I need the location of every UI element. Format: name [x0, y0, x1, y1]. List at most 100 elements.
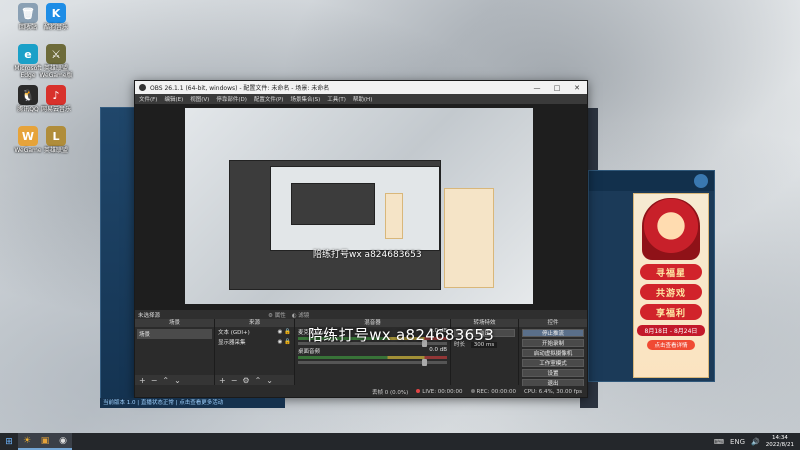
remove-source-icon[interactable]: − — [231, 376, 238, 385]
promo-line-1: 寻福星 — [640, 264, 702, 280]
stop-streaming-button[interactable]: 停止推流 — [522, 329, 584, 337]
filters-button[interactable]: ◐ 滤镜 — [292, 311, 310, 319]
scenes-dock: 场景 场景 + − ⌃ ⌄ — [135, 319, 215, 385]
title-bar[interactable]: OBS 26.1.1 (64-bit, windows) - 配置文件: 未命名… — [135, 81, 587, 94]
sources-footer: + − ⚙ ⌃ ⌄ — [215, 375, 294, 385]
menu-profile[interactable]: 配置文件(P) — [254, 95, 284, 103]
desktop-shortcut[interactable]: K 酷狗音乐 — [36, 3, 76, 32]
game-status-bar: 当前版本 1.0 | 直播状态正常 | 点击查看更多活动 — [100, 398, 285, 408]
source-item[interactable]: 显示器采集 ◉ 🔒 — [215, 337, 294, 347]
menu-edit[interactable]: 编辑(E) — [164, 95, 183, 103]
controls-dock: 控件 停止推流 开始录制 启动虚拟摄像机 工作室模式 设置 退出 — [519, 319, 587, 387]
move-up-icon[interactable]: ⌃ — [162, 376, 169, 385]
system-tray: ⌨ ENG 🔊 14:34 2022/8/21 — [714, 435, 800, 449]
obs-window[interactable]: OBS 26.1.1 (64-bit, windows) - 配置文件: 未命名… — [134, 80, 588, 398]
language-indicator[interactable]: ENG — [730, 438, 745, 446]
close-button[interactable]: ✕ — [567, 84, 587, 92]
overlay-text: 陪练打号wx a824683653 — [308, 326, 495, 344]
preview-area[interactable] — [135, 104, 587, 310]
kugou-icon: K — [46, 3, 66, 23]
remove-scene-icon[interactable]: − — [151, 376, 158, 385]
taskbar-app-2[interactable]: ▣ — [36, 433, 54, 450]
properties-button[interactable]: ⚙ 属性 — [268, 311, 286, 319]
scenes-header: 场景 — [135, 319, 214, 327]
volume-slider[interactable] — [298, 359, 447, 366]
desktop-shortcut[interactable]: L 英雄联盟 — [36, 126, 76, 155]
menu-docks[interactable]: 停靠部件(D) — [216, 95, 247, 103]
source-display-label: 显示器采集 — [218, 340, 246, 346]
minimize-button[interactable]: — — [527, 84, 547, 92]
cpu-fps: CPU: 6.4%, 30.00 fps — [523, 388, 582, 395]
lol-icon: ⚔ — [46, 44, 66, 64]
rec-status: REC: 00:00:00 — [470, 388, 516, 395]
maximize-button[interactable]: □ — [547, 84, 567, 92]
dropped-frames: 丢帧 0 (0.0%) — [372, 389, 409, 396]
menu-scene-collection[interactable]: 场景集合(S) — [290, 95, 320, 103]
channel-name: 桌面音频 — [298, 349, 321, 355]
nested-promo-2 — [385, 193, 403, 239]
nested-promo — [444, 188, 494, 288]
taskbar-obs[interactable]: ◉ — [54, 433, 72, 450]
start-recording-button[interactable]: 开始录制 — [522, 339, 584, 347]
properties-label: 属性 — [274, 312, 286, 319]
source-item[interactable]: 文本 (GDI+) ◉ 🔒 — [215, 327, 294, 337]
edge-icon: e — [18, 44, 38, 64]
netease-music-icon: ♪ — [46, 85, 66, 105]
add-scene-icon[interactable]: + — [139, 376, 146, 385]
live-dot-icon — [416, 388, 421, 393]
live-time: LIVE: 00:00:00 — [422, 388, 463, 395]
preview-canvas — [185, 108, 533, 304]
taskbar: ⊞ ☀ ▣ ◉ ⌨ ENG 🔊 14:34 2022/8/21 — [0, 433, 800, 450]
menu-file[interactable]: 文件(F) — [139, 95, 157, 103]
live-status: LIVE: 00:00:00 — [416, 388, 463, 395]
desktop-shortcut-label: 英雄联盟 — [43, 147, 68, 154]
menu-bar: 文件(F) 编辑(E) 视图(V) 停靠部件(D) 配置文件(P) 场景集合(S… — [135, 94, 587, 104]
window-title: OBS 26.1.1 (64-bit, windows) - 配置文件: 未命名… — [150, 85, 330, 92]
menu-tools[interactable]: 工具(T) — [327, 95, 346, 103]
recycle-bin-icon: 🗑 — [18, 3, 38, 23]
visibility-eye-icon[interactable]: ◉ 🔒 — [278, 339, 291, 345]
qq-icon: 🐧 — [18, 85, 38, 105]
sources-dock: 来源 文本 (GDI+) ◉ 🔒 显示器采集 ◉ 🔒 + − ⚙ ⌃ ⌄ — [215, 319, 295, 385]
promo-line-3: 享福利 — [640, 304, 702, 320]
menu-view[interactable]: 视图(V) — [190, 95, 209, 103]
promo-date: 8月18日 - 8月24日 — [637, 325, 705, 336]
visibility-eye-icon[interactable]: ◉ 🔒 — [278, 329, 291, 335]
menu-help[interactable]: 帮助(H) — [353, 95, 372, 103]
rec-dot-icon — [470, 388, 475, 393]
virtual-camera-button[interactable]: 启动虚拟摄像机 — [522, 349, 584, 357]
clock[interactable]: 14:34 2022/8/21 — [766, 435, 794, 449]
overlay-text-nested: 陪练打号wx a824683653 — [313, 250, 422, 260]
move-down-icon[interactable]: ⌄ — [266, 376, 273, 385]
channel-db: 0.0 dB — [429, 347, 447, 353]
move-up-icon[interactable]: ⌃ — [255, 376, 262, 385]
source-toolbar: 未选择源 ⚙ 属性 ◐ 滤镜 — [135, 310, 587, 319]
source-text-label: 文本 (GDI+) — [218, 330, 250, 336]
fortune-god-image — [642, 198, 700, 260]
rec-time: REC: 00:00:00 — [476, 388, 516, 395]
mixer-channel: 桌面音频 0.0 dB — [295, 346, 450, 366]
desktop-shortcut[interactable]: ⚔ 英雄联盟WeGame版 — [36, 44, 76, 79]
desktop-shortcut[interactable]: ♪ 网易云音乐 — [36, 85, 76, 114]
nested-obs-capture-2 — [291, 183, 375, 225]
move-down-icon[interactable]: ⌄ — [174, 376, 181, 385]
sources-header: 来源 — [215, 319, 294, 327]
settings-button[interactable]: 设置 — [522, 369, 584, 377]
studio-mode-button[interactable]: 工作室模式 — [522, 359, 584, 367]
promo-line-2: 共游戏 — [640, 284, 702, 300]
game-icon: L — [46, 126, 66, 146]
gear-icon[interactable]: ⚙ — [242, 376, 249, 385]
status-bar: 丢帧 0 (0.0%) LIVE: 00:00:00 REC: 00:00:00… — [135, 386, 587, 397]
add-source-icon[interactable]: + — [219, 376, 226, 385]
controls-header: 控件 — [519, 319, 587, 327]
desktop-shortcut-label: 酷狗音乐 — [43, 24, 68, 31]
avatar[interactable] — [694, 174, 708, 188]
taskbar-app-1[interactable]: ☀ — [18, 433, 36, 450]
clock-date: 2022/8/21 — [765, 441, 794, 448]
keyboard-icon[interactable]: ⌨ — [714, 438, 724, 446]
promo-details-button[interactable]: 点击查看详情 — [647, 340, 695, 350]
volume-icon[interactable]: 🔊 — [751, 438, 760, 446]
promo-banner[interactable]: 寻福星 共游戏 享福利 8月18日 - 8月24日 点击查看详情 — [633, 193, 709, 378]
scene-item[interactable]: 场景 — [137, 329, 212, 339]
start-button[interactable]: ⊞ — [0, 433, 18, 450]
